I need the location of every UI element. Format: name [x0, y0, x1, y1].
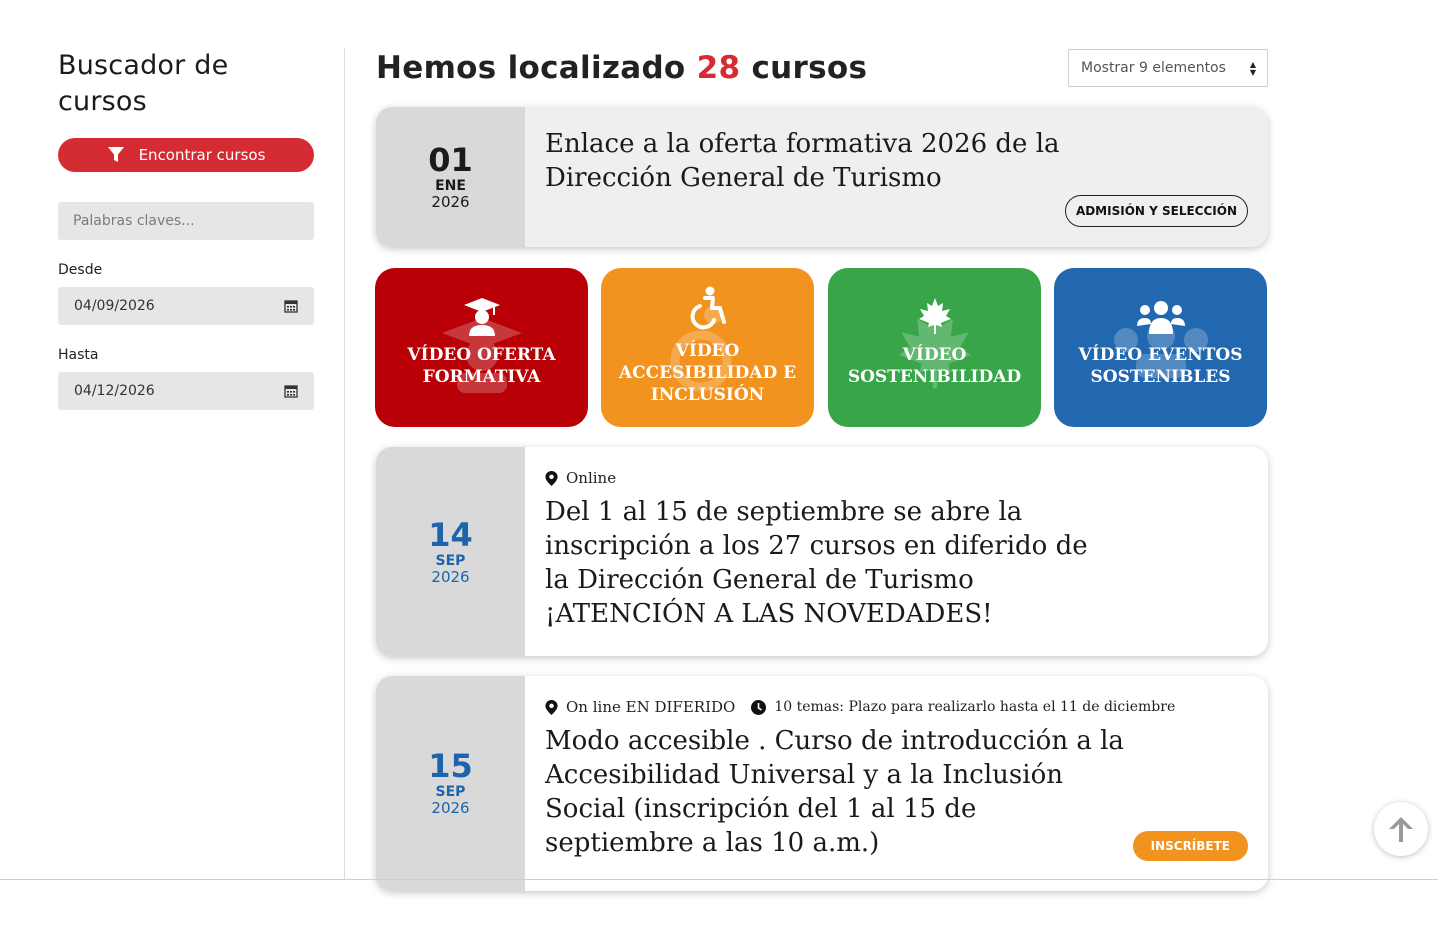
group-icon — [1136, 301, 1185, 334]
find-courses-label: Encontrar cursos — [138, 146, 266, 164]
to-label: Hasta — [58, 347, 99, 363]
course-title[interactable]: Del 1 al 15 de septiembre se abre la ins… — [545, 495, 1105, 631]
clock-icon — [751, 699, 767, 715]
date-month: SEP — [435, 552, 466, 569]
arrow-up-icon — [1389, 817, 1413, 842]
to-date-field[interactable]: 04/12/2026 — [58, 372, 314, 410]
course-body: Enlace a la oferta formativa 2026 de la … — [525, 107, 1268, 247]
results-count: 28 — [696, 50, 741, 86]
date-year: 2026 — [431, 567, 470, 586]
course-duration: 10 temas: Plazo para realizarlo hasta el… — [751, 699, 1175, 715]
graduate-icon — [463, 298, 500, 336]
from-label: Desde — [58, 262, 103, 278]
course-card[interactable]: 15 SEP 2026 On line EN DIFERIDO 10 temas… — [376, 676, 1268, 891]
course-meta: Online — [545, 469, 1248, 487]
duration-text: 10 temas: Plazo para realizarlo hasta el… — [774, 699, 1176, 715]
tile-video-eventos[interactable]: VÍDEO EVENTOS SOSTENIBLES — [1054, 268, 1267, 427]
results-prefix: Hemos localizado — [376, 50, 686, 86]
course-location: On line EN DIFERIDO — [545, 698, 735, 716]
to-date-value: 04/12/2026 — [74, 383, 155, 399]
location-text: On line EN DIFERIDO — [566, 698, 736, 716]
maple-leaf-icon — [918, 298, 951, 334]
course-body: On line EN DIFERIDO 10 temas: Plazo para… — [525, 676, 1268, 891]
calendar-icon[interactable] — [284, 384, 298, 398]
map-pin-icon — [545, 470, 558, 486]
tile-label: VÍDEO OFERTA FORMATIVA — [407, 344, 556, 387]
per-page-value: Mostrar 9 elementos — [1081, 60, 1226, 76]
tile-label: VÍDEO ACCESIBILIDAD E INCLUSIÓN — [618, 340, 797, 405]
date-month: SEP — [435, 784, 466, 800]
course-body: Online Del 1 al 15 de septiembre se abre… — [525, 447, 1268, 656]
date-day: 15 — [428, 747, 473, 785]
date-day: 01 — [428, 141, 473, 179]
course-location: Online — [545, 469, 616, 487]
course-title[interactable]: Modo accesible . Curso de introducción a… — [545, 724, 1125, 860]
filter-icon — [107, 147, 124, 162]
course-search-sidebar: Buscador de cursos Encontrar cursos Desd… — [58, 48, 314, 410]
keywords-input[interactable] — [58, 202, 314, 240]
tile-label: VÍDEO EVENTOS SOSTENIBLES — [1078, 344, 1243, 387]
sidebar-title: Buscador de cursos — [58, 50, 229, 117]
calendar-icon[interactable] — [284, 299, 298, 313]
tile-video-sostenibilidad[interactable]: VÍDEO SOSTENIBILIDAD — [828, 268, 1041, 427]
tile-video-oferta[interactable]: VÍDEO OFERTA FORMATIVA — [375, 268, 588, 427]
date-month: ENE — [435, 178, 466, 194]
from-date-value: 04/09/2026 — [74, 298, 155, 314]
find-courses-button[interactable]: Encontrar cursos — [58, 138, 314, 172]
select-arrows-icon: ▲ ▼ — [1249, 60, 1256, 77]
date-year: 2026 — [431, 193, 470, 211]
course-meta: On line EN DIFERIDO 10 temas: Plazo para… — [545, 698, 1248, 716]
results-header: Hemos localizado 28 cursos Mostrar 9 ele… — [376, 48, 1268, 88]
location-text: Online — [566, 469, 617, 487]
from-date-field[interactable]: 04/09/2026 — [58, 287, 314, 325]
course-card[interactable]: 14 SEP 2026 Online Del 1 al 15 de septie… — [376, 447, 1268, 656]
scroll-to-top-button[interactable] — [1374, 802, 1428, 856]
video-tiles: VÍDEO OFERTA FORMATIVA VÍDEO ACCESIBILID… — [375, 268, 1268, 427]
course-title[interactable]: Enlace a la oferta formativa 2026 de la … — [545, 127, 1065, 195]
enroll-button[interactable]: INSCRÍBETE — [1132, 831, 1248, 861]
tile-label: VÍDEO SOSTENIBILIDAD — [847, 344, 1022, 387]
per-page-select[interactable]: Mostrar 9 elementos ▲ ▼ — [1068, 49, 1268, 87]
course-date: 14 SEP 2026 — [376, 447, 525, 656]
results-title: Hemos localizado 28 cursos — [376, 48, 867, 88]
tile-video-accesibilidad[interactable]: VÍDEO ACCESIBILIDAD E INCLUSIÓN — [601, 268, 814, 427]
results-suffix: cursos — [751, 50, 868, 86]
date-day: 14 — [428, 515, 473, 554]
accessibility-icon — [690, 286, 726, 330]
course-card[interactable]: 01 ENE 2026 Enlace a la oferta formativa… — [376, 107, 1268, 247]
course-date: 15 SEP 2026 — [376, 676, 525, 891]
footer-divider — [0, 879, 1438, 880]
admission-tag[interactable]: ADMISIÓN Y SELECCIÓN — [1064, 195, 1248, 227]
sidebar-divider — [344, 48, 345, 880]
map-pin-icon — [545, 699, 558, 715]
course-date: 01 ENE 2026 — [376, 107, 525, 247]
date-year: 2026 — [431, 799, 470, 817]
